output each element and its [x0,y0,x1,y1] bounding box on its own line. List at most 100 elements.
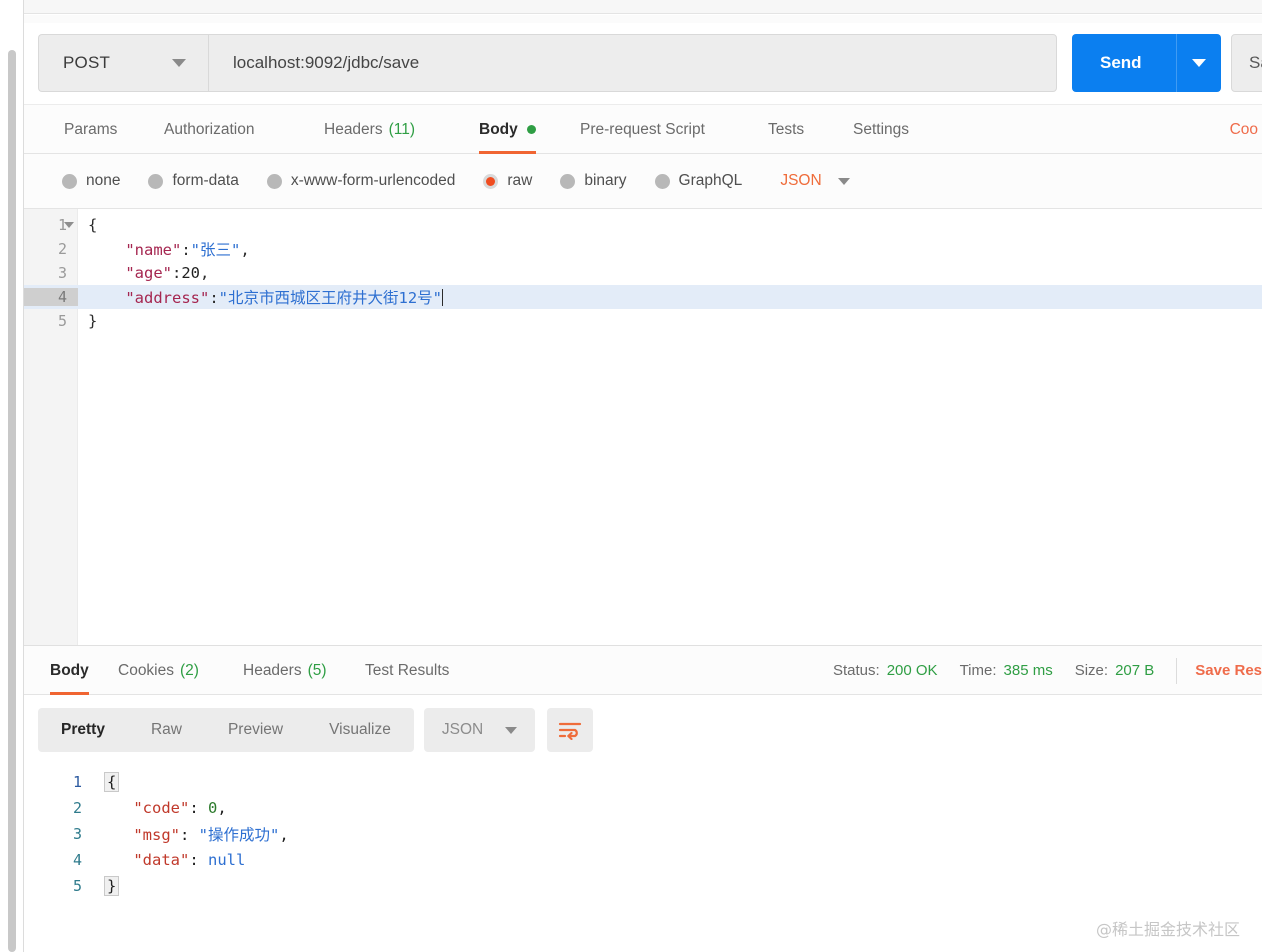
code-token: } [104,876,120,896]
wrap-lines-icon [559,722,582,740]
code-line: 1{ [24,213,1262,237]
code-token: 0 [208,799,218,817]
response-tab-body[interactable]: Body [50,646,89,695]
response-tab-headers[interactable]: Headers (5) [243,646,327,695]
tab-count-badge: (5) [307,661,327,679]
send-button[interactable]: Send [1072,34,1221,92]
response-view-pretty[interactable]: Pretty [38,708,128,752]
code-token: "age" [88,264,172,282]
response-toolbar: Pretty Raw Preview Visualize JSON [24,695,1262,765]
line-number: 5 [57,312,67,330]
response-tab-test-results[interactable]: Test Results [365,646,449,695]
cookies-link[interactable]: Coo [1230,105,1258,154]
wrap-lines-button[interactable] [547,708,594,752]
body-type-none[interactable]: none [62,172,120,190]
radio-button-icon [62,173,77,189]
save-request-button[interactable]: Sa [1231,34,1262,92]
code-token: : [172,264,182,282]
window-top-strip-secondary [24,15,1262,23]
request-url-row: POST localhost:9092/jdbc/save Send Sa [24,24,1262,104]
request-tab-pre-request-script[interactable]: Pre-request Script [580,105,705,154]
body-type-label: raw [507,172,533,189]
code-token: , [279,826,289,844]
response-view-raw[interactable]: Raw [128,708,205,752]
request-tab-tests[interactable]: Tests [768,105,804,154]
response-format-selector[interactable]: JSON [423,708,536,752]
response-view-preview[interactable]: Preview [205,708,306,752]
code-token: : [189,851,208,869]
status-value: 200 OK [886,662,938,679]
response-view-visualize[interactable]: Visualize [306,708,414,752]
code-text: "data": null [96,851,245,869]
code-token: "address" [88,289,210,307]
response-format-label: JSON [441,721,484,738]
radio-button-icon [148,173,164,189]
text-cursor [442,289,443,306]
tab-label: Cookies [118,661,174,679]
code-token: : [180,826,199,844]
line-number: 1 [72,773,82,791]
body-type-raw[interactable]: raw [483,172,532,190]
request-tab-bar: Coo Params Authorization Headers (11) Body Pr… [24,104,1262,154]
code-token: : [181,241,191,259]
code-token: "msg" [96,826,180,844]
request-body-editor[interactable]: 1{2 "name":"张三", 3 "age":20, 4 "address":"… [24,209,1262,645]
request-tab-authorization[interactable]: Authorization [164,105,254,154]
tab-label: Authorization [164,120,255,138]
tab-label: Body [50,661,89,679]
tab-count-badge: (2) [180,661,199,679]
postman-window: POST localhost:9092/jdbc/save Send Sa Co… [0,0,1262,952]
url-value: localhost:9092/jdbc/save [233,53,420,72]
line-number: 3 [57,264,67,282]
code-line: 3 "age":20, [24,261,1262,285]
response-tab-cookies[interactable]: Cookies (2) [118,646,199,695]
code-text: "msg": "操作成功", [96,823,289,845]
line-number: 5 [72,877,82,895]
body-format-label: JSON [780,172,822,189]
body-type-form-data[interactable]: form-data [148,172,239,190]
body-type-radio-group: none form-data x-www-form-urlencoded raw bin… [24,154,1262,209]
time-value: 385 ms [1003,662,1053,679]
code-token: : [189,799,208,817]
code-token: "张三" [190,241,241,259]
code-text: } [96,876,120,896]
code-text: "address":"北京市西城区王府井大街12号" [78,286,443,308]
request-tab-headers[interactable]: Headers (11) [324,105,415,154]
code-text: "age":20, [78,264,209,282]
response-tab-bar: Status: 200 OK Time: 385 ms Size: 207 B … [24,645,1262,695]
chevron-down-icon [837,177,850,185]
body-type-x-www-form-urlencoded[interactable]: x-www-form-urlencoded [266,172,456,190]
response-body-editor[interactable]: 1{2 "code": 0, 3 "msg": "操作成功", 4 "data": … [24,765,1262,952]
save-response-link[interactable]: Save Res [1195,662,1262,679]
radio-button-icon [266,173,282,189]
http-method-selector[interactable]: POST [38,34,208,92]
code-text: "name":"张三", [78,238,249,260]
chevron-down-icon [172,59,186,67]
request-tab-body[interactable]: Body [479,105,536,154]
chevron-down-icon [505,726,518,734]
tab-label: Body [479,120,518,138]
code-token: { [88,216,98,234]
radio-button-icon [654,173,670,189]
body-format-selector[interactable]: JSON [780,172,850,190]
code-line: 2 "name":"张三", [24,237,1262,261]
left-scrollbar[interactable] [8,50,16,952]
body-type-binary[interactable]: binary [560,172,627,190]
body-type-label: x-www-form-urlencoded [290,172,456,189]
tab-label: Headers [243,661,302,679]
code-text: "code": 0, [96,799,226,817]
code-text: { [96,772,120,792]
request-tab-params[interactable]: Params [64,105,117,154]
url-input[interactable]: localhost:9092/jdbc/save [208,34,1057,92]
code-line: 5} [24,309,1262,333]
request-tab-settings[interactable]: Settings [853,105,909,154]
body-type-label: GraphQL [678,172,743,189]
code-line: 2 "code": 0, [24,795,1262,821]
tab-label: Test Results [365,661,450,679]
line-number: 1 [57,216,67,234]
code-line: 5} [24,873,1262,899]
body-type-GraphQL[interactable]: GraphQL [654,172,743,190]
code-token: "name" [88,241,182,259]
code-text: { [78,216,97,234]
line-number: 4 [72,851,82,869]
